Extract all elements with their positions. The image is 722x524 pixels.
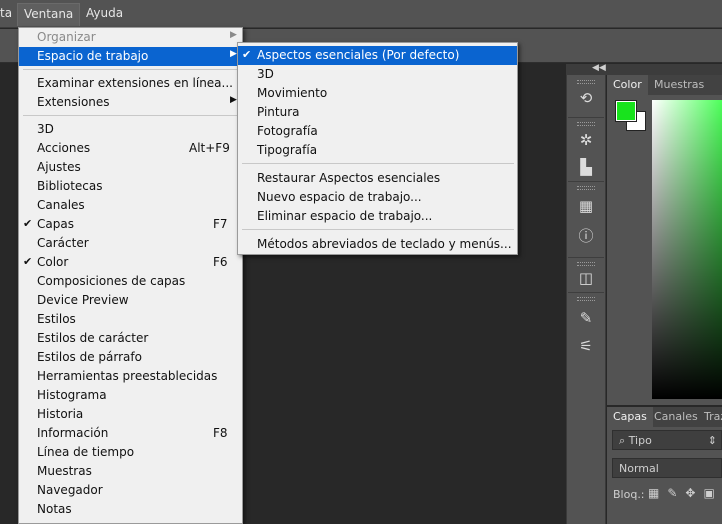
workspace-submenu: ✔ Aspectos esenciales (Por defecto) 3D M… [237, 42, 518, 255]
menu-item-composiciones-de-capas[interactable]: Composiciones de capas [19, 272, 242, 291]
menu-item-linea-de-tiempo[interactable]: Línea de tiempo [19, 443, 242, 462]
adjustments-icon[interactable]: ✲ [576, 130, 596, 150]
check-icon: ✔ [23, 255, 33, 268]
dock-grip[interactable] [577, 122, 595, 126]
search-icon: ⌕ [619, 434, 626, 447]
submenu-arrow-icon: ▶ [230, 49, 237, 59]
tab-canales[interactable]: Canales [654, 407, 698, 427]
menu-item-device-preview[interactable]: Device Preview [19, 291, 242, 310]
lock-transparency-icon[interactable]: ▦ [648, 486, 667, 500]
menu-item-historia[interactable]: Historia [19, 405, 242, 424]
check-icon: ✔ [242, 48, 252, 61]
menu-item-canales[interactable]: Canales [19, 196, 242, 215]
brushes-icon[interactable]: ⚟ [576, 336, 596, 356]
menu-item-pintura[interactable]: Pintura [238, 103, 517, 122]
tab-color[interactable]: Color [607, 75, 648, 95]
shortcut-label: F6 [213, 255, 228, 269]
menu-item-workspace-3d[interactable]: 3D [238, 65, 517, 84]
layer-filter-select[interactable]: ⌕ Tipo ⇕ [612, 430, 722, 450]
menu-item-muestras[interactable]: Muestras [19, 462, 242, 481]
dock-grip[interactable] [577, 262, 595, 266]
lock-options: ▦✎✥▣ [648, 486, 722, 500]
menu-separator [242, 163, 514, 164]
menu-separator [242, 229, 514, 230]
foreground-color-swatch[interactable] [615, 100, 637, 122]
history-icon[interactable]: ⟲ [576, 88, 596, 108]
lock-pixels-icon[interactable]: ✎ [667, 486, 685, 500]
menu-item-estilos-de-caracter[interactable]: Estilos de carácter [19, 329, 242, 348]
layers-panel-tabs: Capas Canales Traz [607, 407, 722, 427]
menu-separator [23, 115, 239, 116]
chevron-icon: ⇕ [707, 434, 717, 447]
dock-header [566, 64, 722, 75]
menu-item-movimiento[interactable]: Movimiento [238, 84, 517, 103]
menu-item-herramientas-preestablecidas[interactable]: Herramientas preestablecidas [19, 367, 242, 386]
menu-item-estilos[interactable]: Estilos [19, 310, 242, 329]
color-spectrum[interactable] [652, 100, 722, 399]
check-icon: ✔ [23, 217, 33, 230]
menu-item-restaurar[interactable]: Restaurar Aspectos esenciales [238, 169, 517, 188]
menu-item-aspectos-esenciales[interactable]: ✔ Aspectos esenciales (Por defecto) [238, 46, 517, 65]
menu-item-ajustes[interactable]: Ajustes [19, 158, 242, 177]
dock-grip[interactable] [577, 80, 595, 84]
ventana-menu: Organizar ▶ Espacio de trabajo ▶ Examina… [18, 27, 243, 524]
menu-item-extensiones[interactable]: Extensiones ▶ [19, 93, 242, 112]
histogram-icon[interactable]: ▙ [576, 157, 596, 177]
menu-bar: ta Ventana Ayuda [0, 0, 722, 28]
shortcut-label: F8 [213, 426, 228, 440]
menu-ayuda[interactable]: Ayuda [86, 6, 123, 20]
dock-divider [568, 181, 604, 182]
brush-presets-icon[interactable]: ✎ [576, 308, 596, 328]
tab-capas[interactable]: Capas [607, 407, 653, 427]
menu-item-tipografia[interactable]: Tipografía [238, 141, 517, 160]
menu-item-fotografia[interactable]: Fotografía [238, 122, 517, 141]
dock-grip[interactable] [577, 297, 595, 301]
menu-item-espacio-de-trabajo[interactable]: Espacio de trabajo ▶ [19, 47, 242, 66]
menu-separator [23, 69, 239, 70]
menu-ventana[interactable]: Ventana [17, 3, 81, 26]
menu-item-organizar[interactable]: Organizar ▶ [19, 28, 242, 47]
lock-all-icon[interactable]: ▣ [703, 486, 722, 500]
dock-divider [568, 257, 604, 258]
submenu-arrow-icon: ▶ [230, 30, 237, 40]
color-panel-tabs: Color Muestras [607, 75, 722, 95]
dock-grip[interactable] [577, 186, 595, 190]
blend-mode-value: Normal [619, 462, 659, 475]
collapse-dock-icon[interactable]: ◀◀ [592, 63, 606, 73]
tab-trazados[interactable]: Traz [704, 407, 722, 427]
submenu-arrow-icon: ▶ [230, 95, 237, 105]
dock-divider [568, 117, 604, 118]
layer-filter-label: Tipo [628, 434, 652, 447]
menu-item-eliminar-espacio[interactable]: Eliminar espacio de trabajo... [238, 207, 517, 226]
blend-mode-select[interactable]: Normal [612, 458, 722, 478]
3d-cube-icon[interactable]: ▦ [576, 196, 596, 216]
menu-item-notas[interactable]: Notas [19, 500, 242, 519]
shortcut-label: Alt+F9 [189, 141, 230, 155]
layer-comps-icon[interactable]: ◫ [576, 268, 596, 288]
tab-muestras[interactable]: Muestras [654, 75, 704, 95]
info-icon[interactable]: ⓘ [576, 226, 596, 246]
menu-ventana-prev[interactable]: ta [0, 6, 12, 20]
lock-label: Bloq.: [613, 488, 645, 501]
menu-item-acciones[interactable]: Acciones Alt+F9 [19, 139, 242, 158]
menu-item-3d[interactable]: 3D [19, 120, 242, 139]
menu-item-examinar-extensiones[interactable]: Examinar extensiones en línea... [19, 74, 242, 93]
menu-item-color[interactable]: ✔ Color F6 [19, 253, 242, 272]
menu-item-bibliotecas[interactable]: Bibliotecas [19, 177, 242, 196]
dock-divider [568, 292, 604, 293]
menu-item-capas[interactable]: ✔ Capas F7 [19, 215, 242, 234]
lock-position-icon[interactable]: ✥ [685, 486, 703, 500]
menu-item-histograma[interactable]: Histograma [19, 386, 242, 405]
menu-item-estilos-de-parrafo[interactable]: Estilos de párrafo [19, 348, 242, 367]
shortcut-label: F7 [213, 217, 228, 231]
menu-item-metodos-abreviados[interactable]: Métodos abreviados de teclado y menús... [238, 235, 517, 254]
menu-item-nuevo-espacio[interactable]: Nuevo espacio de trabajo... [238, 188, 517, 207]
menu-item-caracter[interactable]: Carácter [19, 234, 242, 253]
menu-item-informacion[interactable]: Información F8 [19, 424, 242, 443]
menu-item-navegador[interactable]: Navegador [19, 481, 242, 500]
